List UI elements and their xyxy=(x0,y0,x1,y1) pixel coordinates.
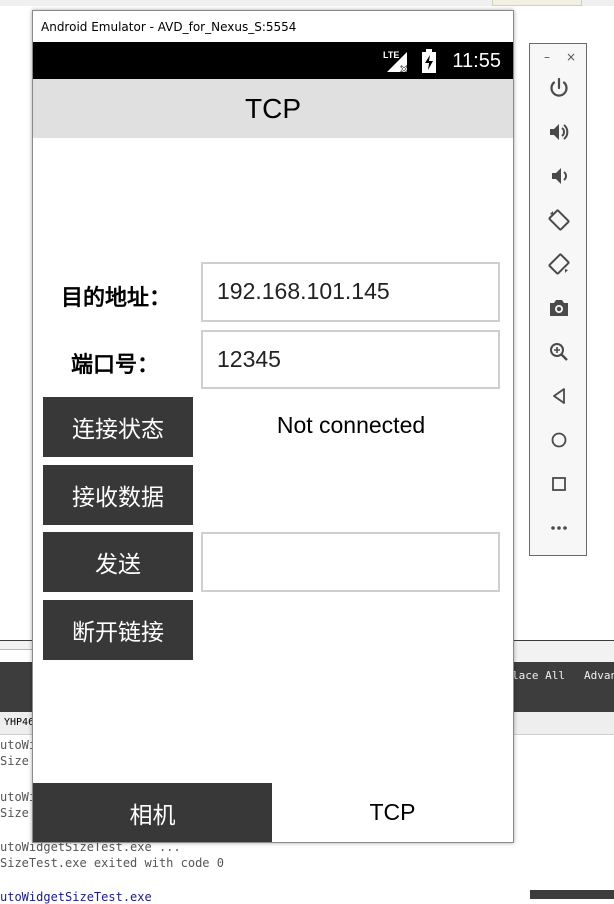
emulator-title: Android Emulator - AVD_for_Nexus_S:5554 xyxy=(41,20,297,34)
overview-icon[interactable] xyxy=(544,469,574,499)
desktop-top-strip xyxy=(0,0,614,6)
emulator-titlebar[interactable]: Android Emulator - AVD_for_Nexus_S:5554 xyxy=(33,11,513,42)
bottom-navigation: 相机 TCP xyxy=(33,783,513,842)
address-value: 192.168.101.145 xyxy=(217,278,390,304)
port-value: 12345 xyxy=(217,346,281,372)
zoom-icon[interactable] xyxy=(544,337,574,367)
connection-status-button[interactable]: 连接状态 xyxy=(43,397,193,457)
output-line: utoWi xyxy=(0,738,37,752)
port-input[interactable]: 12345 xyxy=(201,330,500,389)
advanced-button[interactable]: Advan xyxy=(584,669,614,682)
ide-find-bar: lace All Advan xyxy=(512,662,614,688)
volume-up-icon[interactable] xyxy=(544,117,574,147)
camera-icon[interactable] xyxy=(544,293,574,323)
send-button[interactable]: 发送 xyxy=(43,532,193,592)
battery-charging-icon xyxy=(421,49,437,73)
lte-signal-icon: LTE xyxy=(383,48,411,74)
output-line: Size xyxy=(0,754,29,768)
connection-status-text: Not connected xyxy=(276,412,426,438)
port-label: 端口号： xyxy=(71,353,160,378)
nav-tab-tcp[interactable]: TCP xyxy=(272,783,513,842)
back-icon[interactable] xyxy=(544,381,574,411)
status-bar-time: 11:55 xyxy=(452,50,501,72)
output-line: utoWidgetSizeTest.exe xyxy=(0,890,152,904)
rotate-right-icon[interactable] xyxy=(544,249,574,279)
address-input[interactable]: 192.168.101.145 xyxy=(201,262,500,322)
app-title: TCP xyxy=(245,93,301,124)
lte-label: LTE xyxy=(383,50,399,60)
send-message-input[interactable] xyxy=(201,532,500,592)
ide-corner-widget xyxy=(530,890,614,899)
emulator-window: Android Emulator - AVD_for_Nexus_S:5554 … xyxy=(32,10,514,843)
more-icon[interactable] xyxy=(544,513,574,543)
action-bar: TCP xyxy=(33,79,513,138)
output-line: SizeTest.exe exited with code 0 xyxy=(0,856,224,870)
panel-close-button[interactable]: × xyxy=(566,50,576,64)
disconnect-button[interactable]: 断开链接 xyxy=(43,600,193,660)
power-icon[interactable] xyxy=(544,73,574,103)
volume-down-icon[interactable] xyxy=(544,161,574,191)
nav-tab-camera[interactable]: 相机 xyxy=(33,783,272,842)
output-tab[interactable]: YHP46 xyxy=(4,717,34,728)
receive-data-button[interactable]: 接收数据 xyxy=(43,465,193,525)
address-label: 目的地址： xyxy=(61,286,172,311)
android-status-bar: LTE 11:55 xyxy=(33,42,513,79)
home-icon[interactable] xyxy=(544,425,574,455)
desktop-tab[interactable] xyxy=(492,0,582,6)
rotate-left-icon[interactable] xyxy=(544,205,574,235)
replace-all-button[interactable]: lace All xyxy=(512,669,565,682)
emulator-controls-panel: – × xyxy=(529,43,587,556)
panel-minimize-button[interactable]: – xyxy=(544,50,550,64)
output-line: Size xyxy=(0,806,29,820)
output-line: utoWi xyxy=(0,790,37,804)
tcp-screen: 目的地址： 192.168.101.145 端口号： 12345 连接状态 No… xyxy=(33,138,513,783)
